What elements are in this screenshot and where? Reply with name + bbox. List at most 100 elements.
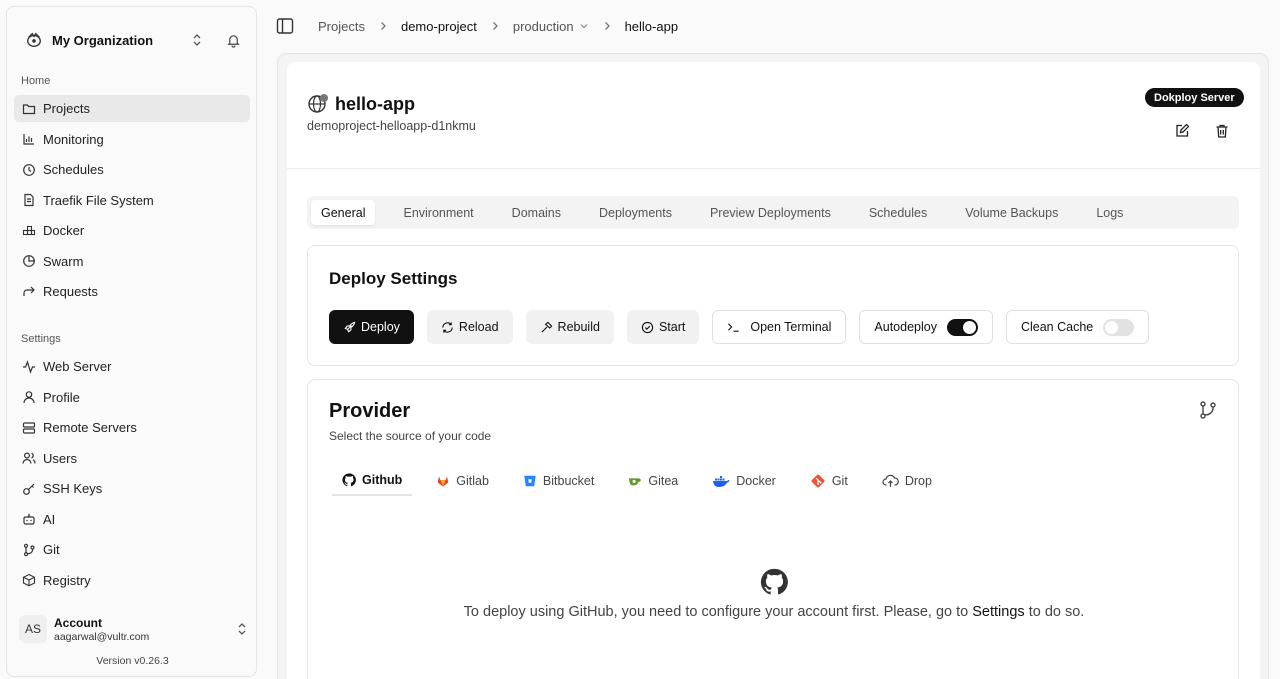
tab-deployments[interactable]: Deployments [589,200,682,225]
sidebar-item-remote-servers[interactable]: Remote Servers [14,414,250,441]
sidebar-item-label: Profile [43,389,80,405]
bitbucket-icon [524,475,536,487]
sidebar-item-label: Web Server [43,359,112,374]
hammer-icon [541,321,552,333]
sidebar-item-label: Git [43,542,60,557]
globe-icon [308,94,328,113]
sidebar-item-label: AI [43,511,56,527]
sidebar-toggle-icon[interactable] [276,17,294,35]
deploy-button[interactable]: Deploy [329,310,414,344]
provider-title: Provider [329,400,411,422]
provider-tabs: Github Gitlab Bitbucket Gitea Docker Git… [332,466,956,496]
git-logo-icon [811,474,825,488]
tab-general[interactable]: General [311,200,376,225]
tab-git[interactable]: Git [800,466,858,496]
chart-icon [23,134,34,145]
trash-icon[interactable] [1214,123,1230,139]
sidebar-item-web-server[interactable]: Web Server [14,353,250,380]
header-divider [287,168,1260,169]
home-section-label: Home [21,75,51,87]
org-switcher[interactable]: My Organization [21,22,241,58]
tab-environment[interactable]: Environment [393,200,483,225]
breadcrumb-environment[interactable]: production [513,19,574,34]
check-circle-icon [641,321,654,333]
rocket-icon [344,321,356,333]
package-icon [22,573,36,587]
sidebar-item-label: Traefik File System [43,192,154,208]
app-name: hello-app [335,93,415,114]
server-icon [22,421,36,434]
chevrons-up-down-icon [238,623,246,635]
provider-card: Provider Select the source of your code … [307,379,1239,679]
breadcrumb-projects[interactable]: Projects [318,19,365,34]
settings-section-label: Settings [21,333,61,345]
chevron-right-icon [381,22,386,30]
docker-icon [713,476,730,487]
key-icon [23,483,35,495]
sidebar-item-label: Registry [43,572,91,588]
sidebar-item-traefik[interactable]: Traefik File System [14,187,250,214]
sidebar-item-label: Requests [43,284,98,299]
sidebar-item-schedules[interactable]: Schedules [14,156,250,183]
tab-github[interactable]: Github [332,466,413,496]
sidebar-item-ai[interactable]: AI [14,506,250,533]
sidebar-item-ssh-keys[interactable]: SSH Keys [14,475,250,502]
autodeploy-control: Autodeploy [859,310,993,344]
tab-docker[interactable]: Docker [702,466,786,496]
tab-gitea[interactable]: Gitea [618,466,688,496]
reload-button[interactable]: Reload [426,310,513,344]
sidebar-item-swarm[interactable]: Swarm [14,248,250,275]
app-tabs: General Environment Domains Deployments … [307,196,1239,229]
user-icon [23,391,35,404]
start-button[interactable]: Start [626,310,700,344]
org-name: My Organization [52,32,154,48]
bell-icon[interactable] [226,33,241,48]
chevron-right-icon [492,22,498,30]
file-icon [24,193,34,207]
sidebar-item-label: Swarm [43,253,84,269]
chevron-down-icon[interactable] [579,21,589,31]
sidebar-item-registry[interactable]: Registry [14,567,250,594]
sidebar-item-projects[interactable]: Projects [14,95,250,122]
tab-volume-backups[interactable]: Volume Backups [955,200,1068,225]
sidebar-item-label: Docker [43,223,85,238]
rebuild-button[interactable]: Rebuild [525,310,614,344]
tab-domains[interactable]: Domains [502,200,571,225]
pie-icon [23,255,35,267]
clean-cache-control: Clean Cache [1005,310,1150,344]
sidebar-item-label: SSH Keys [43,481,103,496]
tab-preview-deployments[interactable]: Preview Deployments [700,200,841,225]
sidebar: My Organization Home Projects Monitoring… [6,6,257,677]
autodeploy-toggle[interactable] [946,318,978,336]
sidebar-item-requests[interactable]: Requests [14,278,250,305]
sidebar-item-users[interactable]: Users [14,445,250,472]
sidebar-item-git[interactable]: Git [14,536,250,563]
home-nav: Projects Monitoring Schedules Traefik Fi… [14,95,250,309]
gitlab-icon [438,476,449,487]
open-terminal-button[interactable]: Open Terminal [712,310,847,344]
tab-bitbucket[interactable]: Bitbucket [513,466,604,496]
sidebar-item-docker[interactable]: Docker [14,217,250,244]
account-email: aagarwal@vultr.com [54,630,150,643]
clock-icon [23,163,35,176]
forward-arrow-icon [23,286,35,296]
provider-subtitle: Select the source of your code [329,429,492,443]
account-name: Account [54,615,102,630]
edit-icon[interactable] [1174,123,1190,139]
github-icon [342,473,356,487]
sidebar-item-profile[interactable]: Profile [14,384,250,411]
clean-cache-toggle[interactable] [1103,318,1135,336]
tab-schedules[interactable]: Schedules [859,200,937,225]
account-menu[interactable]: AS Account aagarwal@vultr.com [19,611,249,647]
sidebar-item-monitoring[interactable]: Monitoring [14,126,250,153]
bot-icon [23,513,35,525]
settings-link[interactable]: Settings [972,604,1024,620]
tab-drop[interactable]: Drop [872,466,942,496]
tab-logs[interactable]: Logs [1086,200,1133,225]
server-badge: Dokploy Server [1145,88,1244,107]
breadcrumb-project[interactable]: demo-project [401,19,477,34]
cloud-upload-icon [882,474,899,487]
folder-icon [22,103,36,114]
deploy-settings-title: Deploy Settings [329,269,458,288]
tab-gitlab[interactable]: Gitlab [426,466,499,496]
